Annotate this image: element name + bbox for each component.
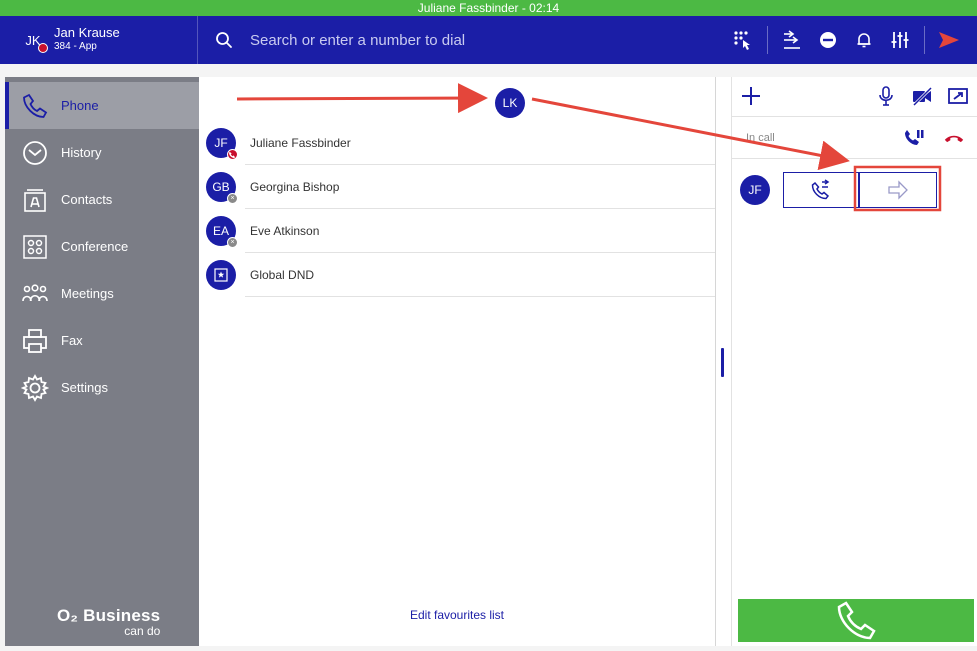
- sidebar-item-settings[interactable]: Settings: [5, 364, 199, 411]
- header-separator: [767, 26, 768, 54]
- contact-initials: EA: [212, 224, 229, 238]
- gear-icon: [21, 373, 49, 402]
- user-avatar: JK: [18, 25, 48, 55]
- call-toolbar: [732, 77, 977, 117]
- conference-icon: [21, 233, 49, 261]
- sidebar-item-conference[interactable]: Conference: [5, 223, 199, 270]
- user-name: Jan Krause: [54, 25, 120, 40]
- call-status-row: In call: [732, 117, 977, 159]
- contact-name: Eve Atkinson: [250, 224, 320, 238]
- offline-status-icon: ×: [227, 193, 238, 204]
- sidebar-item-label: Fax: [61, 333, 83, 348]
- user-profile[interactable]: JK Jan Krause 384 - App: [0, 16, 198, 64]
- clock-icon: [21, 139, 49, 167]
- contact-name: Global DND: [250, 268, 315, 282]
- brand-tagline: can do: [124, 624, 161, 638]
- contact-avatar: GB ×: [206, 172, 238, 204]
- contact-initials: GB: [212, 180, 230, 194]
- favourites-panel: LK JF Juliane Fassbinder GB × Georgina B…: [199, 77, 715, 646]
- global-dnd-avatar: [206, 260, 236, 290]
- add-call-icon[interactable]: [740, 85, 762, 107]
- search-icon[interactable]: [214, 30, 234, 50]
- video-off-icon[interactable]: [911, 85, 933, 107]
- offline-status-icon: ×: [227, 237, 238, 248]
- bell-icon[interactable]: [853, 29, 875, 51]
- blind-transfer-button[interactable]: [859, 172, 937, 208]
- hold-icon[interactable]: [903, 127, 925, 149]
- sidebar-item-label: Phone: [61, 98, 99, 113]
- user-status-badge: [38, 43, 48, 53]
- dialpad-icon[interactable]: [732, 29, 754, 51]
- sidebar-item-label: Contacts: [61, 192, 113, 207]
- o2-business-logo: O₂ Business can do: [57, 606, 160, 638]
- in-call-status-icon: [227, 149, 238, 160]
- header-separator: [924, 26, 925, 54]
- contact-name: Juliane Fassbinder: [250, 136, 351, 150]
- sidebar-item-label: Settings: [61, 380, 108, 395]
- people-icon: [21, 280, 49, 308]
- participant-initials: JF: [748, 183, 762, 197]
- call-panel: In call JF: [731, 77, 977, 646]
- sliders-icon[interactable]: [889, 29, 911, 51]
- hang-up-icon[interactable]: [943, 127, 965, 149]
- call-button[interactable]: [738, 599, 974, 642]
- favourite-item[interactable]: GB × Georgina Bishop: [199, 165, 715, 209]
- contact-avatar: JF: [206, 128, 238, 160]
- transfer-arrow-icon: [888, 180, 908, 200]
- star-icon: [214, 268, 228, 282]
- contact-name: Georgina Bishop: [250, 180, 340, 194]
- user-extension: 384 - App: [54, 41, 97, 52]
- app-window: Juliane Fassbinder - 02:14 JK Jan Krause…: [0, 0, 977, 651]
- contact-avatar: EA ×: [206, 216, 238, 248]
- dragged-contact-avatar[interactable]: LK: [495, 88, 525, 118]
- phone-icon: [21, 92, 49, 120]
- consult-call-icon: [811, 179, 830, 200]
- brand-name: O₂ Business: [57, 606, 161, 625]
- favourite-item[interactable]: Global DND: [199, 253, 715, 297]
- call-forward-icon[interactable]: [781, 29, 803, 51]
- header-toolbar: [725, 16, 977, 64]
- sidebar-item-history[interactable]: History: [5, 129, 199, 176]
- sidebar-item-fax[interactable]: Fax: [5, 317, 199, 364]
- screen-share-icon[interactable]: [947, 85, 969, 107]
- printer-icon: [21, 327, 49, 355]
- consult-transfer-button[interactable]: [783, 172, 859, 208]
- call-participant-avatar: JF: [740, 175, 770, 205]
- favourite-item[interactable]: JF Juliane Fassbinder: [199, 121, 715, 165]
- dnd-icon[interactable]: [817, 29, 839, 51]
- active-call-status-bar[interactable]: Juliane Fassbinder - 02:14: [0, 0, 977, 16]
- sidebar-item-label: History: [61, 145, 102, 160]
- search-input[interactable]: [250, 31, 650, 49]
- row-divider: [245, 296, 715, 297]
- phone-icon: [837, 600, 876, 639]
- edit-favourites-link[interactable]: Edit favourites list: [199, 608, 715, 622]
- sidebar-item-label: Meetings: [61, 286, 114, 301]
- dragged-contact-initials: LK: [502, 96, 518, 110]
- contacts-icon: [21, 186, 49, 214]
- microphone-icon[interactable]: [875, 85, 897, 107]
- sidebar-item-label: Conference: [61, 239, 129, 254]
- sidebar-item-contacts[interactable]: Contacts: [5, 176, 199, 223]
- search-bar: [198, 16, 725, 64]
- send-icon[interactable]: [938, 29, 960, 51]
- favourites-drop-zone: LK: [199, 77, 715, 121]
- contact-initials: JF: [214, 136, 228, 150]
- favourite-item[interactable]: EA × Eve Atkinson: [199, 209, 715, 253]
- resize-handle[interactable]: [721, 348, 724, 377]
- sidebar-item-meetings[interactable]: Meetings: [5, 270, 199, 317]
- top-header: JK Jan Krause 384 - App: [0, 16, 977, 64]
- sidebar-nav: Phone History Contacts Conference Meetin…: [5, 77, 199, 646]
- call-state-label: In call: [746, 131, 775, 144]
- sidebar-item-phone[interactable]: Phone: [5, 82, 199, 129]
